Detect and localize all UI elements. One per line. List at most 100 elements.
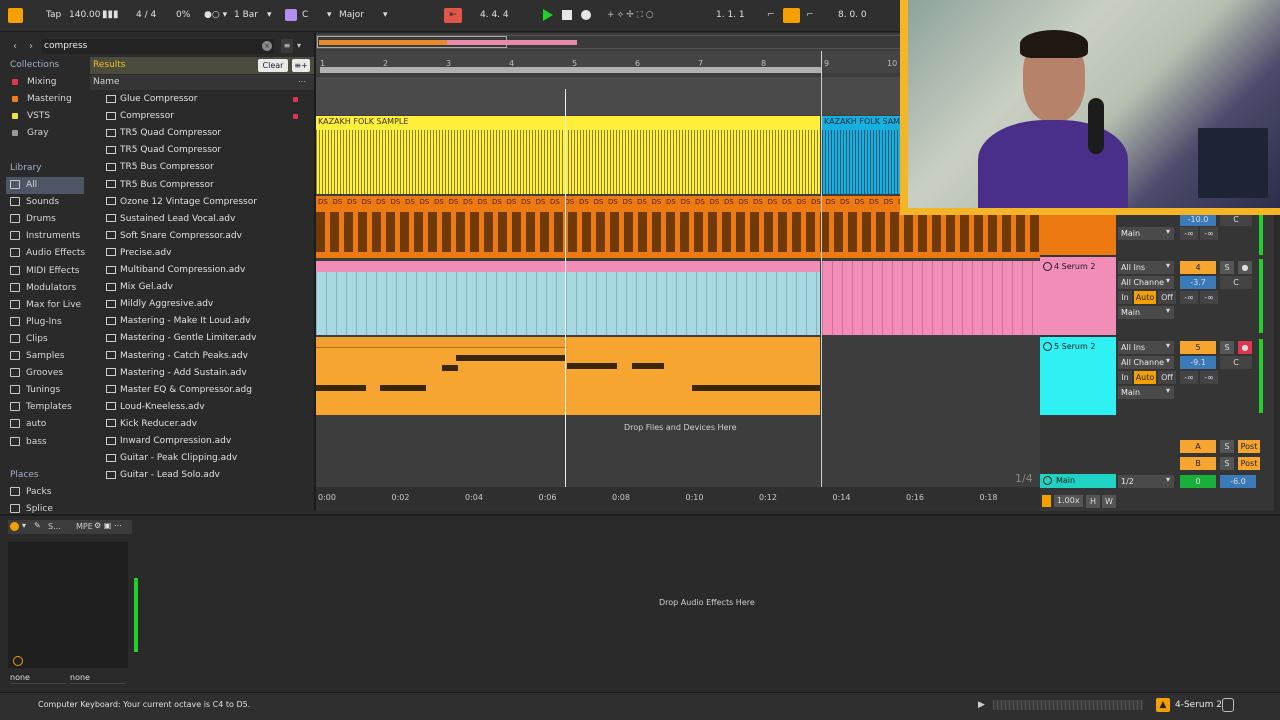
- result-item[interactable]: TR5 Bus Compressor: [92, 177, 310, 194]
- output-chevron-icon[interactable]: ▾: [1166, 386, 1170, 395]
- output-chevron-icon[interactable]: ▾: [1166, 306, 1170, 315]
- result-item[interactable]: Sustained Lead Vocal.adv: [92, 211, 310, 228]
- track-fold-icon[interactable]: [1043, 342, 1052, 351]
- record-button[interactable]: [581, 10, 591, 20]
- send-b-value[interactable]: -∞: [1200, 291, 1218, 304]
- result-item[interactable]: Compressor: [92, 108, 310, 125]
- send-a-value[interactable]: -∞: [1180, 291, 1198, 304]
- track-title[interactable]: 5 Serum 2: [1040, 339, 1116, 355]
- serum-4-clip-a[interactable]: [316, 261, 820, 335]
- return-solo-button[interactable]: S: [1220, 440, 1234, 453]
- input-chevron-icon[interactable]: ▾: [1166, 261, 1170, 270]
- return-post-button[interactable]: Post: [1238, 440, 1260, 453]
- scale-mode-icon[interactable]: [285, 9, 297, 21]
- return-letter[interactable]: B: [1180, 457, 1216, 470]
- library-item[interactable]: MIDI Effects: [10, 263, 79, 280]
- loop-brace[interactable]: [320, 67, 822, 73]
- main-volume[interactable]: -6.0: [1220, 475, 1256, 488]
- output-chevron-icon[interactable]: ▾: [1166, 227, 1170, 236]
- loop-length-field[interactable]: 8. 0. 0: [838, 5, 867, 25]
- drop-audio-effects-label[interactable]: Drop Audio Effects Here: [659, 598, 755, 607]
- result-item[interactable]: Mastering - Gentle Limiter.adv: [92, 330, 310, 347]
- send-b-value[interactable]: -∞: [1200, 227, 1218, 240]
- library-item[interactable]: Drums: [10, 211, 56, 228]
- hot-swap-button[interactable]: ≡+: [292, 59, 310, 72]
- library-item[interactable]: bass: [10, 434, 47, 451]
- filter-icon[interactable]: ≡: [281, 39, 293, 53]
- library-item[interactable]: Plug-Ins: [10, 314, 62, 331]
- result-item[interactable]: TR5 Bus Compressor: [92, 159, 310, 176]
- zoom-to-fit-icon[interactable]: [1042, 495, 1051, 507]
- collection-item[interactable]: Mixing: [10, 74, 57, 91]
- scale-select[interactable]: Major: [339, 5, 364, 25]
- result-item[interactable]: Precise.adv: [92, 245, 310, 262]
- audio-clip-kazakh-1[interactable]: KAZAKH FOLK SAMPLE: [316, 116, 820, 194]
- track-number[interactable]: 5: [1180, 341, 1216, 354]
- input-chevron-icon[interactable]: ▾: [1166, 341, 1170, 350]
- track-pan[interactable]: C: [1220, 276, 1252, 289]
- result-item[interactable]: Master EQ & Compressor.adg: [92, 382, 310, 399]
- result-item[interactable]: Mastering - Catch Peaks.adv: [92, 348, 310, 365]
- position-field[interactable]: 4. 4. 4: [480, 5, 509, 25]
- serum-5-clip-b[interactable]: [567, 337, 820, 415]
- library-item[interactable]: Samples: [10, 348, 64, 365]
- collection-item[interactable]: Mastering: [10, 91, 72, 108]
- send-b-value[interactable]: -∞: [1200, 371, 1218, 384]
- back-nav-button[interactable]: ‹: [8, 40, 22, 54]
- io-left-select[interactable]: none: [10, 672, 66, 684]
- library-item[interactable]: Instruments: [10, 228, 80, 245]
- main-output-chevron-icon[interactable]: ▾: [1166, 475, 1170, 484]
- meter-field[interactable]: 4 / 4: [136, 5, 156, 25]
- device-edit-icon[interactable]: ✎: [34, 521, 41, 530]
- track-number[interactable]: 4: [1180, 261, 1216, 274]
- library-item[interactable]: Audio Effects: [10, 245, 85, 262]
- library-item[interactable]: Sounds: [10, 194, 59, 211]
- collection-item[interactable]: Gray: [10, 125, 49, 142]
- result-item[interactable]: Glue Compressor: [92, 91, 310, 108]
- library-item[interactable]: Max for Live: [10, 297, 81, 314]
- return-letter[interactable]: A: [1180, 440, 1216, 453]
- search-input[interactable]: compress: [42, 39, 274, 54]
- solo-button[interactable]: S: [1220, 261, 1234, 274]
- main-track-header[interactable]: Main: [1040, 474, 1116, 488]
- result-item[interactable]: Mix Gel.adv: [92, 279, 310, 296]
- serum-4-clip-b[interactable]: [822, 261, 1040, 335]
- tap-button[interactable]: Tap: [46, 5, 61, 25]
- device-settings-icon[interactable]: ⚙ ▣ ⋯: [94, 521, 122, 530]
- automation-tools-icon[interactable]: + ⟡ ✢ ⛶ ○: [607, 5, 654, 25]
- status-layout-icon[interactable]: [1222, 698, 1234, 712]
- library-item[interactable]: Tunings: [10, 382, 60, 399]
- return-solo-button[interactable]: S: [1220, 457, 1234, 470]
- result-item[interactable]: Loud-Kneeless.adv: [92, 399, 310, 416]
- main-track-number[interactable]: 0: [1180, 475, 1216, 488]
- track-volume[interactable]: -9.1: [1180, 356, 1216, 369]
- result-item[interactable]: Mastering - Add Sustain.adv: [92, 365, 310, 382]
- result-item[interactable]: TR5 Quad Compressor: [92, 142, 310, 159]
- overview-strip[interactable]: [316, 35, 902, 49]
- zoom-value[interactable]: 1.00x: [1054, 495, 1083, 507]
- punch-in-icon[interactable]: ⌐: [767, 5, 775, 25]
- status-overview[interactable]: [993, 700, 1143, 710]
- monitor-in-button[interactable]: In: [1118, 371, 1132, 384]
- library-item[interactable]: Clips: [10, 331, 48, 348]
- browser-toggle-icon[interactable]: [8, 8, 23, 23]
- track-volume[interactable]: -3.7: [1180, 276, 1216, 289]
- stop-button[interactable]: [562, 10, 572, 20]
- quantize-chevron-icon[interactable]: ▾: [267, 5, 272, 25]
- follow-button[interactable]: ⇤: [444, 8, 462, 23]
- loop-start-field[interactable]: 1. 1. 1: [716, 5, 745, 25]
- scale-chevron-icon[interactable]: ▾: [383, 5, 388, 25]
- result-item[interactable]: TR5 Quad Compressor: [92, 125, 310, 142]
- loop-toggle-button[interactable]: [783, 8, 800, 23]
- library-item[interactable]: Templates: [10, 399, 72, 416]
- result-item[interactable]: Ozone 12 Vintage Compressor: [92, 194, 310, 211]
- key-chevron-icon[interactable]: ▾: [327, 5, 332, 25]
- arm-button[interactable]: ●: [1238, 341, 1252, 354]
- quantize-select[interactable]: 1 Bar: [234, 5, 258, 25]
- monitor-off-button[interactable]: Off: [1158, 291, 1176, 304]
- device-fold-icon[interactable]: ▾: [22, 521, 26, 530]
- play-button[interactable]: [543, 9, 553, 21]
- main-fold-icon[interactable]: [1043, 476, 1052, 485]
- swing-field[interactable]: 0%: [176, 5, 190, 25]
- track-fold-icon[interactable]: [1043, 262, 1052, 271]
